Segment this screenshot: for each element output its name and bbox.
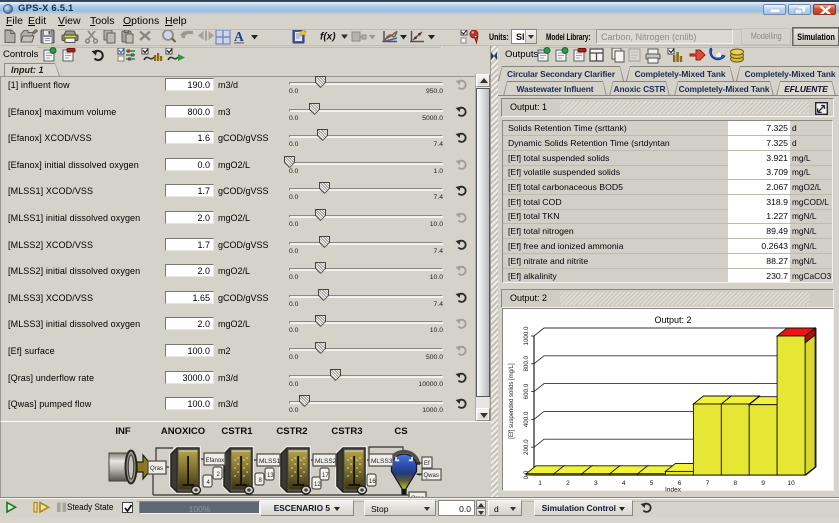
svg-text:1000.0: 1000.0 — [523, 326, 530, 345]
svg-text:Ef: Ef — [424, 461, 430, 467]
svg-text:400.0: 400.0 — [523, 411, 530, 427]
svg-text:[Ef] suspended solids [mg/L]: [Ef] suspended solids [mg/L] — [509, 363, 515, 439]
svg-text:4: 4 — [622, 480, 626, 487]
svg-text:13: 13 — [267, 473, 274, 479]
svg-text:Index: Index — [665, 487, 682, 494]
svg-text:MLSS1: MLSS1 — [259, 458, 281, 465]
svg-text:A: A — [234, 29, 244, 44]
svg-text:16: 16 — [369, 479, 376, 485]
svg-text:f(x): f(x) — [320, 32, 336, 43]
svg-text:200.0: 200.0 — [523, 439, 530, 455]
svg-text:10: 10 — [787, 480, 795, 487]
svg-text:9: 9 — [761, 480, 765, 487]
svg-text:2: 2 — [566, 480, 570, 487]
svg-text:Output: 2: Output: 2 — [654, 315, 691, 325]
svg-text:12: 12 — [314, 482, 321, 488]
svg-text:600.0: 600.0 — [523, 383, 530, 399]
svg-text:17: 17 — [322, 473, 329, 479]
svg-text:MLSS2: MLSS2 — [315, 458, 337, 465]
svg-text:MLSS3: MLSS3 — [371, 458, 393, 465]
svg-text:5: 5 — [650, 480, 654, 487]
svg-text:Efanox: Efanox — [206, 458, 225, 464]
svg-text:Qras: Qras — [150, 466, 163, 472]
svg-text:3: 3 — [594, 480, 598, 487]
svg-text:Qwas: Qwas — [424, 473, 439, 479]
svg-text:800.0: 800.0 — [523, 355, 530, 371]
svg-text:7: 7 — [706, 480, 710, 487]
svg-text:1: 1 — [538, 480, 542, 487]
svg-text:8: 8 — [733, 480, 737, 487]
